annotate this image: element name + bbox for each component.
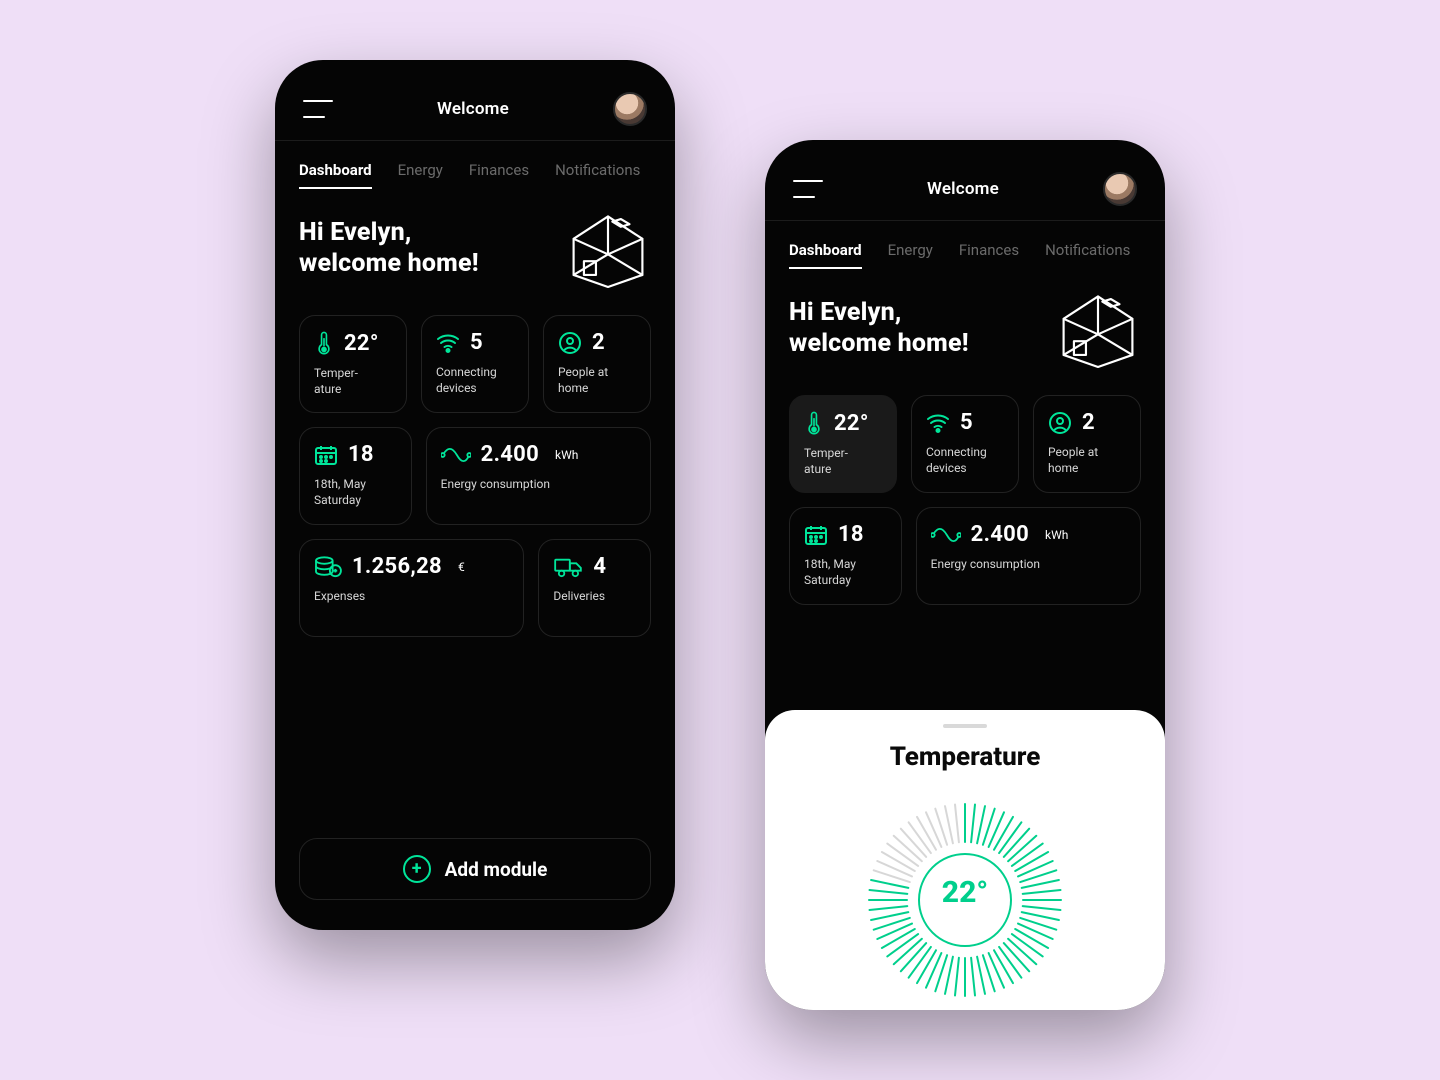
energy-value: 2.400 bbox=[971, 522, 1029, 547]
devices-value: 5 bbox=[470, 330, 483, 355]
avatar[interactable] bbox=[613, 92, 647, 126]
devices-label: Connecting devices bbox=[926, 445, 1004, 476]
energy-value: 2.400 bbox=[481, 442, 539, 467]
temperature-value: 22° bbox=[344, 331, 379, 356]
people-value: 2 bbox=[592, 330, 605, 355]
people-label: People at home bbox=[558, 365, 636, 396]
modules-row2: 18 18th, May Saturday 2.400 kWh Energy c… bbox=[299, 427, 651, 525]
thermometer-icon bbox=[314, 330, 334, 356]
energy-label: Energy consumption bbox=[931, 557, 1126, 573]
greeting: Hi Evelyn, welcome home! bbox=[299, 217, 479, 280]
tab-notifications[interactable]: Notifications bbox=[1045, 241, 1130, 269]
topbar: Welcome bbox=[789, 172, 1141, 206]
greeting-line2: welcome home! bbox=[299, 249, 479, 278]
card-devices[interactable]: 5 Connecting devices bbox=[911, 395, 1019, 493]
truck-icon bbox=[553, 556, 583, 578]
card-date[interactable]: 18 18th, May Saturday bbox=[789, 507, 902, 605]
page-title: Welcome bbox=[437, 99, 509, 119]
modules-grid: 22° Temper- ature 5 Connecting devices 2… bbox=[789, 395, 1141, 493]
menu-icon[interactable] bbox=[303, 100, 333, 118]
greeting-row: Hi Evelyn, welcome home! bbox=[789, 297, 1141, 369]
greeting-line1: Hi Evelyn, bbox=[299, 218, 412, 247]
modules-row3: 1.256,28 € Expenses 4 Deliveries bbox=[299, 539, 651, 637]
modules-grid: 22° Temper- ature 5 Connecting devices 2… bbox=[299, 315, 651, 413]
tab-energy[interactable]: Energy bbox=[398, 161, 443, 189]
temperature-label: Temper- ature bbox=[314, 366, 392, 397]
add-module-label: Add module bbox=[445, 858, 548, 881]
greeting-line1: Hi Evelyn, bbox=[789, 298, 902, 327]
modules-row2: 18 18th, May Saturday 2.400 kWh Energy c… bbox=[789, 507, 1141, 605]
temperature-value: 22° bbox=[834, 411, 869, 436]
coins-icon bbox=[314, 555, 342, 579]
date-label: 18th, May Saturday bbox=[804, 557, 887, 588]
temperature-label: Temper- ature bbox=[804, 446, 882, 477]
wifi-icon bbox=[436, 332, 460, 354]
card-date[interactable]: 18 18th, May Saturday bbox=[299, 427, 412, 525]
divider bbox=[275, 140, 675, 141]
people-label: People at home bbox=[1048, 445, 1126, 476]
devices-label: Connecting devices bbox=[436, 365, 514, 396]
card-energy[interactable]: 2.400 kWh Energy consumption bbox=[426, 427, 651, 525]
energy-label: Energy consumption bbox=[441, 477, 636, 493]
tab-notifications[interactable]: Notifications bbox=[555, 161, 640, 189]
house-icon bbox=[1055, 291, 1141, 369]
plus-icon: + bbox=[403, 855, 431, 883]
wave-icon bbox=[441, 445, 471, 465]
card-energy[interactable]: 2.400 kWh Energy consumption bbox=[916, 507, 1141, 605]
tab-energy[interactable]: Energy bbox=[888, 241, 933, 269]
tab-finances[interactable]: Finances bbox=[469, 161, 529, 189]
energy-unit: kWh bbox=[555, 448, 578, 462]
tabs: Dashboard Energy Finances Notifications bbox=[789, 241, 1141, 269]
divider bbox=[765, 220, 1165, 221]
deliveries-label: Deliveries bbox=[553, 589, 636, 605]
sheet-title: Temperature bbox=[789, 742, 1141, 772]
calendar-icon bbox=[804, 524, 828, 546]
deliveries-value: 4 bbox=[593, 554, 606, 579]
date-value: 18 bbox=[838, 522, 864, 547]
page-title: Welcome bbox=[927, 179, 999, 199]
avatar[interactable] bbox=[1103, 172, 1137, 206]
expenses-value: 1.256,28 bbox=[352, 554, 442, 579]
expenses-label: Expenses bbox=[314, 589, 509, 605]
menu-icon[interactable] bbox=[793, 180, 823, 198]
person-icon bbox=[1048, 411, 1072, 435]
greeting-row: Hi Evelyn, welcome home! bbox=[299, 217, 651, 289]
tab-finances[interactable]: Finances bbox=[959, 241, 1019, 269]
phone-right: Welcome Dashboard Energy Finances Notifi… bbox=[765, 140, 1165, 1010]
people-value: 2 bbox=[1082, 410, 1095, 435]
thermometer-icon bbox=[804, 410, 824, 436]
card-people[interactable]: 2 People at home bbox=[1033, 395, 1141, 493]
topbar: Welcome bbox=[299, 92, 651, 126]
tabs: Dashboard Energy Finances Notifications bbox=[299, 161, 651, 189]
devices-value: 5 bbox=[960, 410, 973, 435]
person-icon bbox=[558, 331, 582, 355]
card-expenses[interactable]: 1.256,28 € Expenses bbox=[299, 539, 524, 637]
calendar-icon bbox=[314, 444, 338, 466]
date-value: 18 bbox=[348, 442, 374, 467]
card-temperature[interactable]: 22° Temper- ature bbox=[789, 395, 897, 493]
add-module-button[interactable]: + Add module bbox=[299, 838, 651, 900]
wave-icon bbox=[931, 525, 961, 545]
dial-value: 22° bbox=[942, 875, 988, 910]
temperature-sheet[interactable]: Temperature 22° bbox=[765, 710, 1165, 1010]
sheet-handle[interactable] bbox=[943, 724, 987, 728]
greeting-line2: welcome home! bbox=[789, 329, 969, 358]
expenses-unit: € bbox=[458, 560, 465, 574]
house-icon bbox=[565, 211, 651, 289]
tab-dashboard[interactable]: Dashboard bbox=[789, 241, 862, 269]
wifi-icon bbox=[926, 412, 950, 434]
card-people[interactable]: 2 People at home bbox=[543, 315, 651, 413]
phone-left: Welcome Dashboard Energy Finances Notifi… bbox=[275, 60, 675, 930]
energy-unit: kWh bbox=[1045, 528, 1068, 542]
card-devices[interactable]: 5 Connecting devices bbox=[421, 315, 529, 413]
card-deliveries[interactable]: 4 Deliveries bbox=[538, 539, 651, 637]
date-label: 18th, May Saturday bbox=[314, 477, 397, 508]
card-temperature[interactable]: 22° Temper- ature bbox=[299, 315, 407, 413]
greeting: Hi Evelyn, welcome home! bbox=[789, 297, 969, 360]
tab-dashboard[interactable]: Dashboard bbox=[299, 161, 372, 189]
